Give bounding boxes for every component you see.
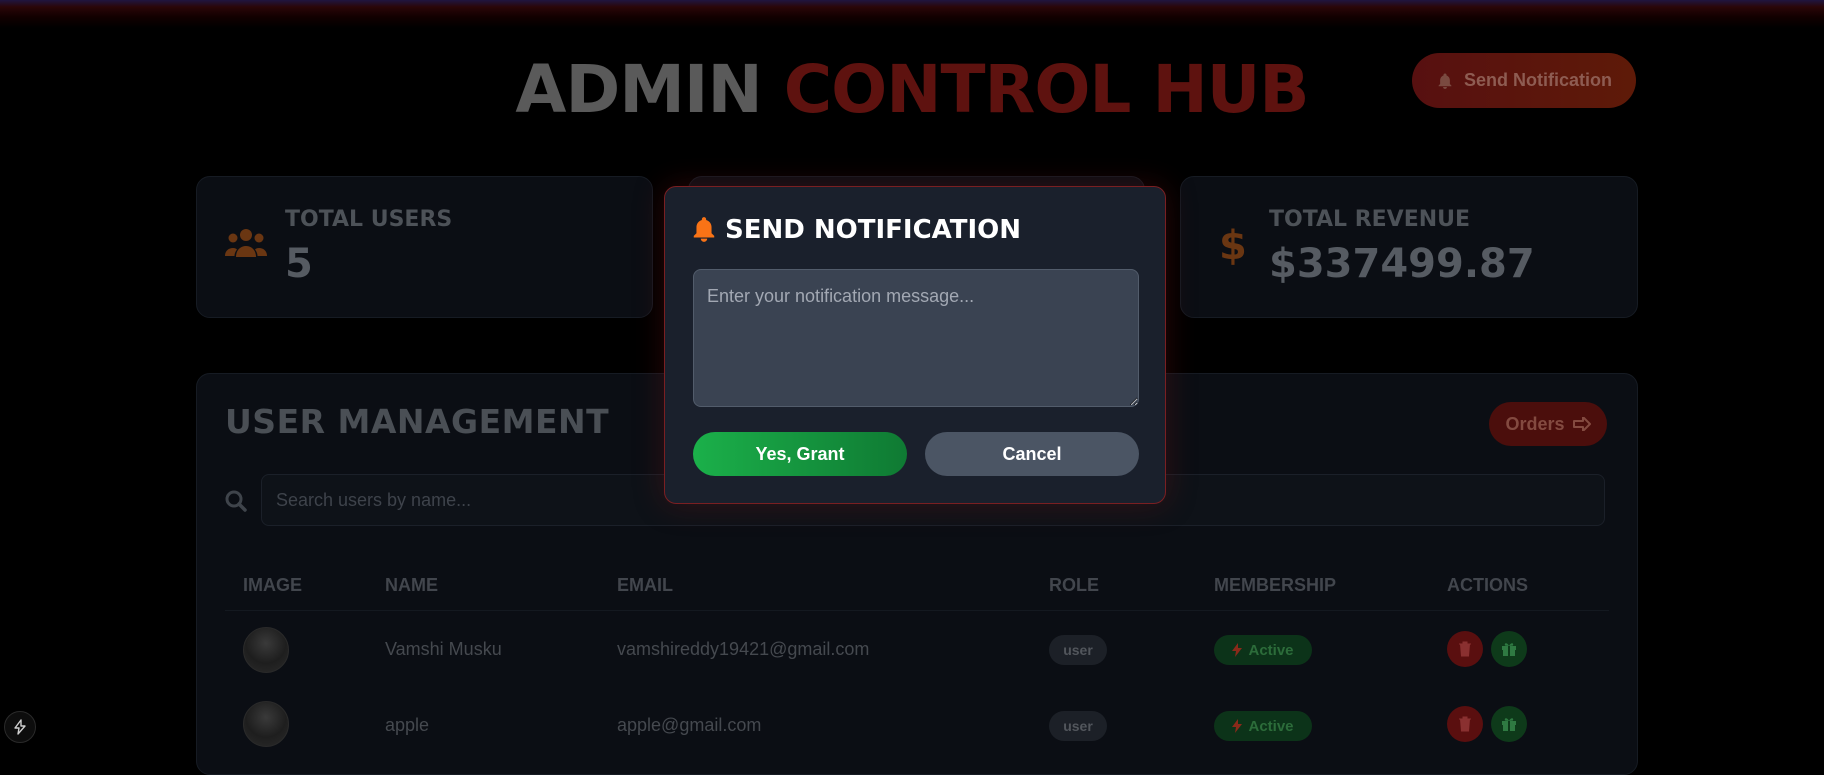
send-notification-label: Send Notification — [1464, 70, 1612, 90]
grant-gift-button[interactable] — [1491, 706, 1527, 742]
delete-user-button[interactable] — [1447, 706, 1483, 742]
send-notification-button[interactable]: Send Notification — [1412, 53, 1636, 108]
section-title: USER MANAGEMENT — [225, 402, 610, 441]
page-title-part2: CONTROL HUB — [783, 51, 1310, 128]
bolt-icon — [14, 719, 26, 735]
column-header-membership: MEMBERSHIP — [1214, 575, 1337, 595]
table-row: Vamshi Musku vamshireddy19421@gmail.com … — [197, 611, 1637, 685]
arrow-right-icon — [1572, 417, 1591, 431]
search-icon — [225, 490, 247, 512]
user-email: vamshireddy19421@gmail.com — [617, 639, 870, 659]
bolt-icon — [1232, 643, 1243, 657]
stat-label: TOTAL REVENUE — [1269, 207, 1471, 232]
devtools-toggle-button[interactable] — [4, 711, 36, 743]
table-row: apple apple@gmail.com user Active — [197, 685, 1637, 759]
stat-card-total-revenue: $ TOTAL REVENUE $337499.87 — [1180, 176, 1638, 318]
svg-text:$: $ — [1219, 223, 1247, 265]
column-header-actions: ACTIONS — [1447, 575, 1528, 595]
notification-message-input[interactable] — [693, 269, 1139, 407]
modal-title-text: SEND NOTIFICATION — [725, 215, 1022, 245]
bell-icon — [1438, 73, 1452, 89]
orders-button[interactable]: Orders — [1489, 402, 1607, 446]
orders-label: Orders — [1505, 413, 1565, 434]
modal-title: SEND NOTIFICATION — [691, 215, 1021, 245]
bolt-icon — [1232, 719, 1243, 733]
column-header-email: EMAIL — [617, 575, 673, 595]
membership-label: Active — [1248, 717, 1294, 735]
grant-button[interactable]: Yes, Grant — [693, 432, 907, 476]
stat-card-total-users: TOTAL USERS 5 — [196, 176, 653, 318]
user-name: apple — [385, 715, 430, 735]
user-email: apple@gmail.com — [617, 715, 762, 735]
page-title-part1: ADMIN — [515, 51, 762, 128]
stat-value: 5 — [285, 241, 313, 287]
cancel-button[interactable]: Cancel — [925, 432, 1139, 476]
bell-icon — [693, 217, 715, 242]
admin-page: ADMIN CONTROL HUB Send Notification TOTA… — [0, 0, 1824, 775]
column-header-name: NAME — [385, 575, 438, 595]
membership-badge: Active — [1214, 711, 1312, 741]
users-icon — [225, 229, 267, 257]
trash-icon — [1459, 716, 1471, 732]
dollar-icon: $ — [1219, 223, 1247, 265]
stat-value: $337499.87 — [1269, 241, 1535, 287]
column-header-image: IMAGE — [243, 575, 303, 595]
send-notification-modal: SEND NOTIFICATION Yes, Grant Cancel — [664, 186, 1166, 504]
gift-icon — [1502, 718, 1516, 731]
membership-label: Active — [1248, 641, 1294, 659]
stat-label: TOTAL USERS — [285, 207, 453, 232]
trash-icon — [1459, 641, 1471, 657]
grant-gift-button[interactable] — [1491, 631, 1527, 667]
column-header-role: ROLE — [1049, 575, 1100, 595]
delete-user-button[interactable] — [1447, 631, 1483, 667]
membership-badge: Active — [1214, 635, 1312, 665]
role-badge: user — [1049, 711, 1107, 741]
gift-icon — [1502, 643, 1516, 656]
role-badge: user — [1049, 635, 1107, 665]
user-name: Vamshi Musku — [385, 639, 502, 659]
avatar — [243, 701, 289, 747]
avatar — [243, 627, 289, 673]
